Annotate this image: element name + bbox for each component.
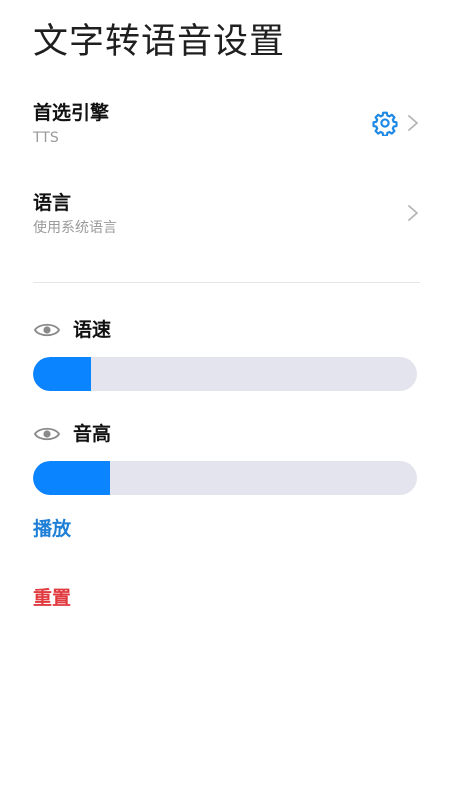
speech-rate-slider-fill xyxy=(33,357,91,391)
pitch-slider[interactable] xyxy=(33,461,417,495)
gear-icon[interactable] xyxy=(372,110,398,136)
chevron-right-icon xyxy=(408,115,418,131)
speech-rate-label: 语速 xyxy=(73,319,112,341)
preferred-engine-row[interactable]: 首选引擎 TTS xyxy=(33,100,420,164)
language-title: 语言 xyxy=(33,192,72,214)
reset-button[interactable]: 重置 xyxy=(33,585,71,611)
preferred-engine-title: 首选引擎 xyxy=(33,102,110,124)
speech-rate-slider[interactable] xyxy=(33,357,417,391)
language-value: 使用系统语言 xyxy=(33,220,117,236)
chevron-right-icon xyxy=(408,205,418,221)
language-row[interactable]: 语言 使用系统语言 xyxy=(33,190,420,254)
eye-icon[interactable] xyxy=(33,424,61,444)
play-button[interactable]: 播放 xyxy=(33,516,71,542)
pitch-label: 音高 xyxy=(73,423,112,445)
preferred-engine-value: TTS xyxy=(33,130,59,146)
eye-icon[interactable] xyxy=(33,320,61,340)
pitch-slider-fill xyxy=(33,461,110,495)
divider xyxy=(33,282,420,283)
page-title: 文字转语音设置 xyxy=(33,22,286,62)
